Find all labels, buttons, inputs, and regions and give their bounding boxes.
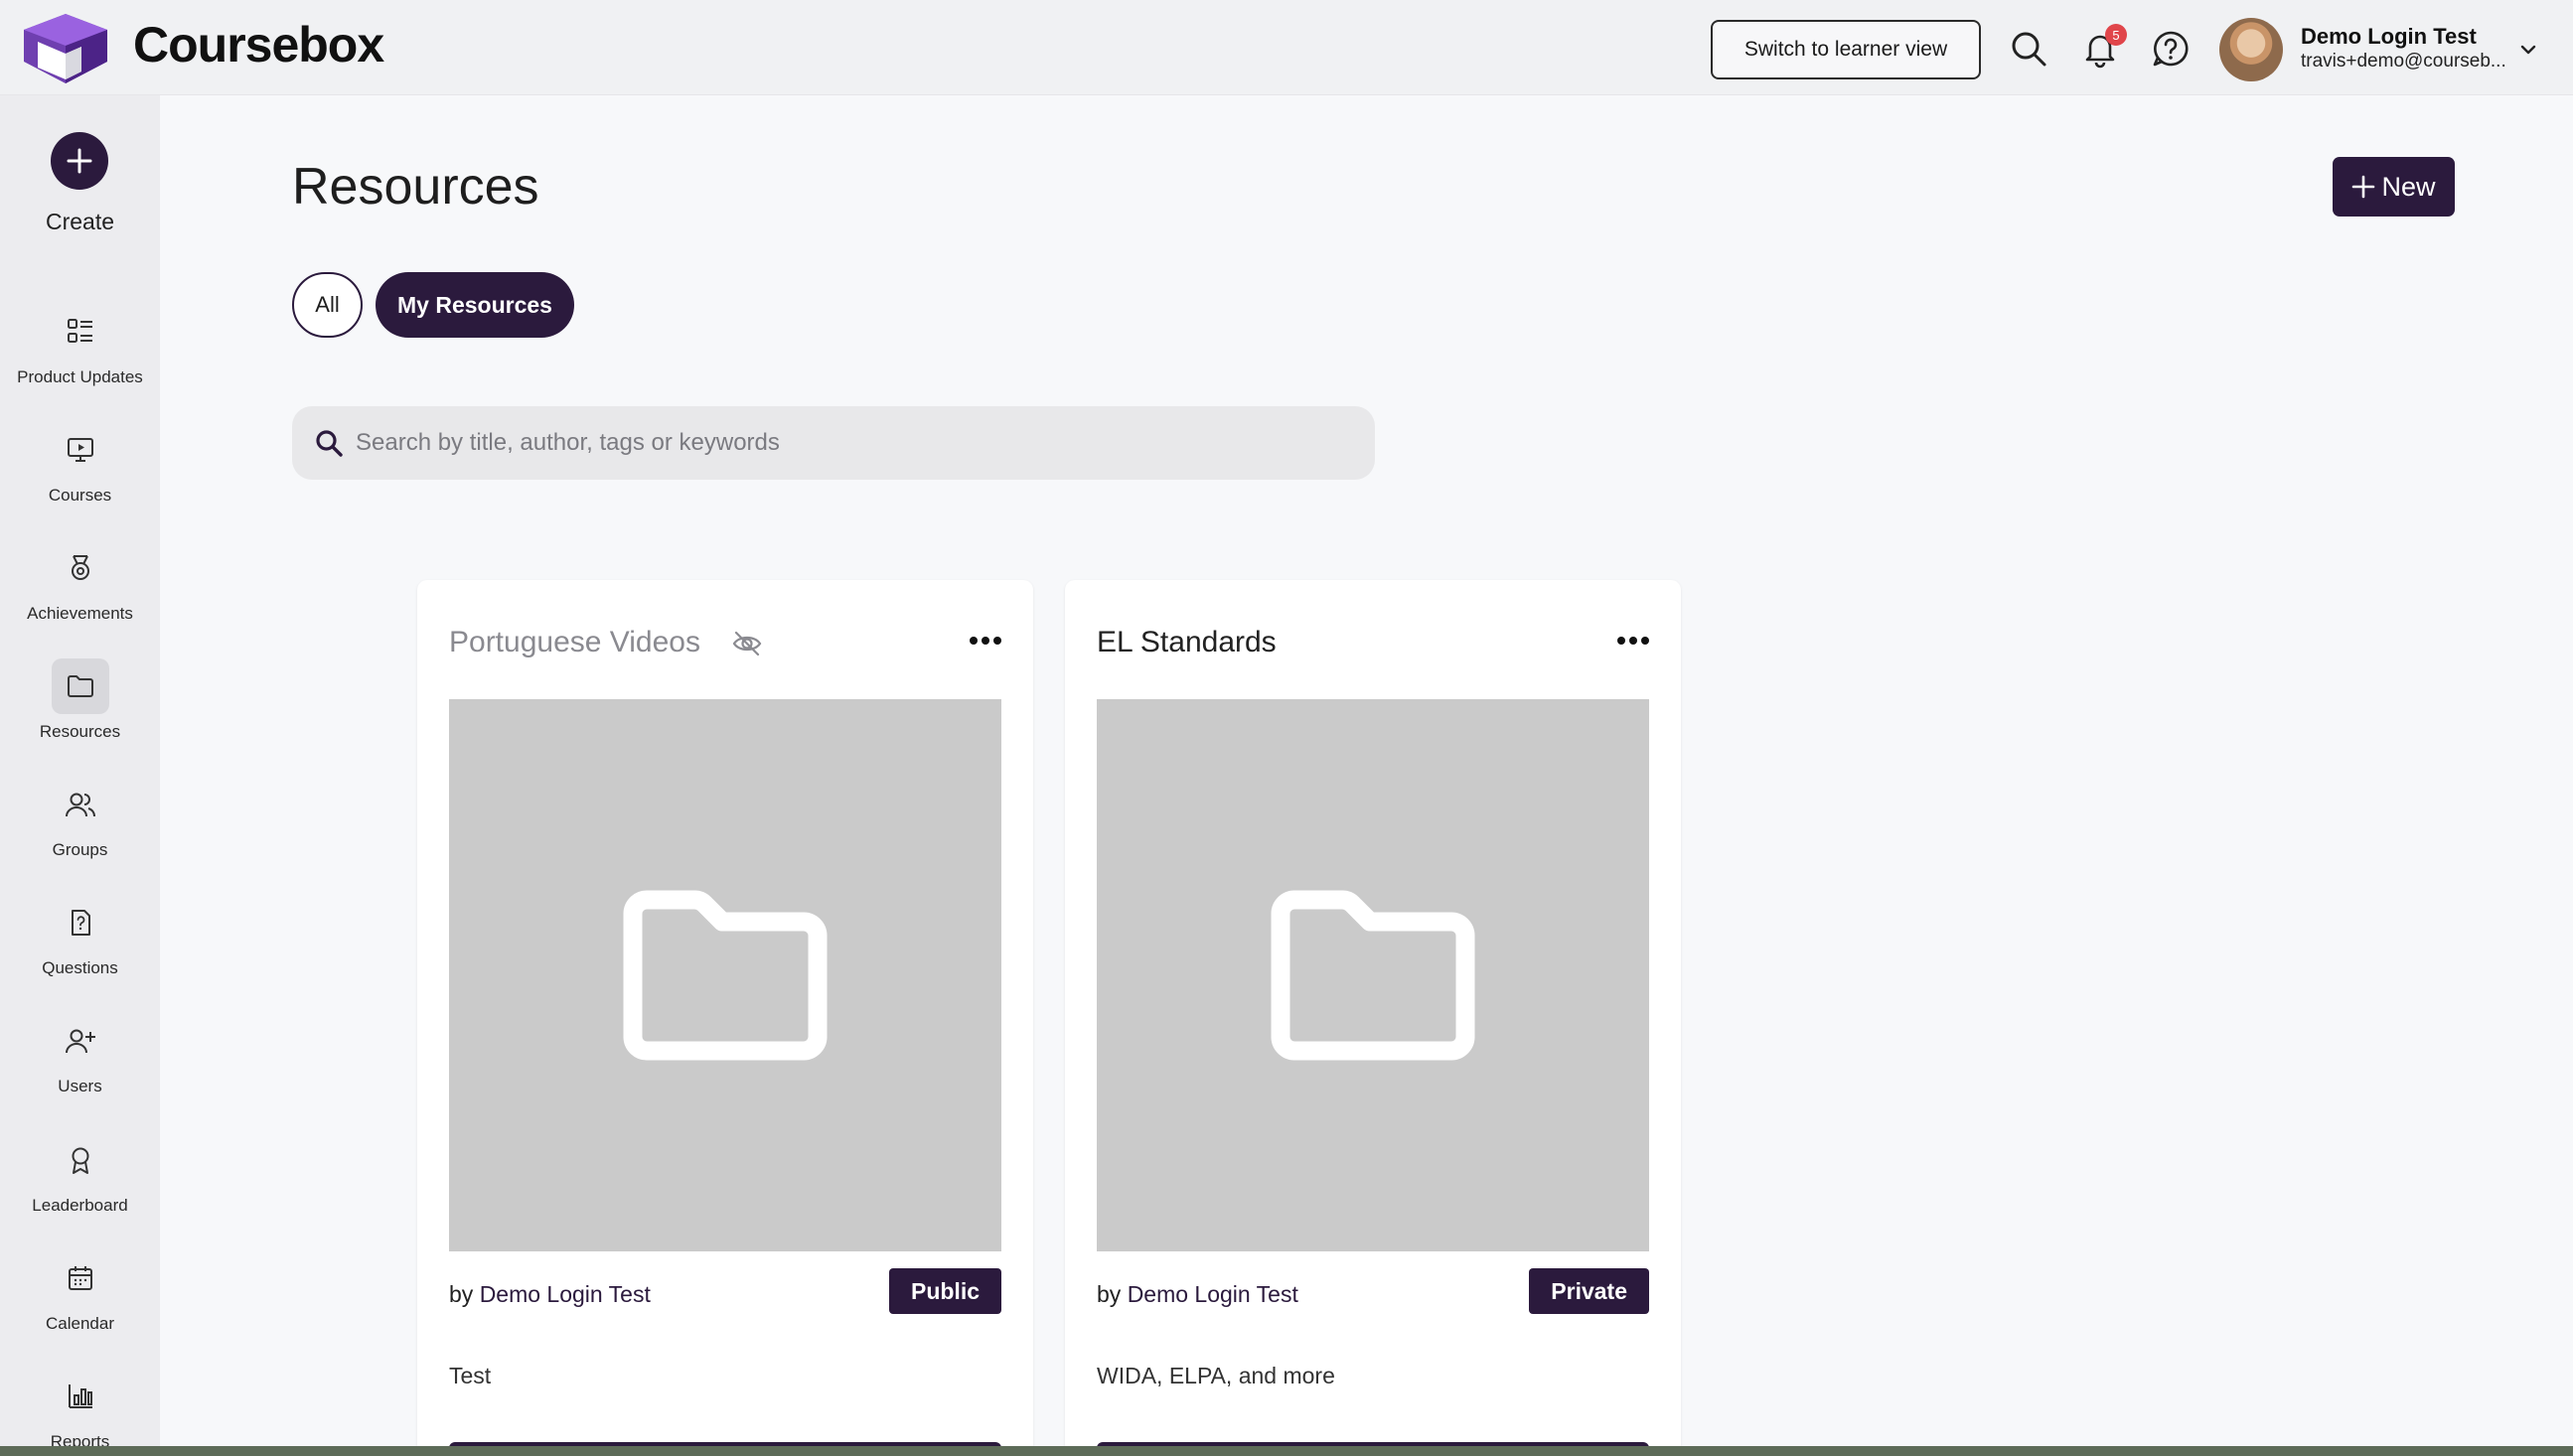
card-description: WIDA, ELPA, and more — [1097, 1363, 1335, 1388]
card-thumbnail[interactable] — [1097, 699, 1649, 1251]
card-action-bar[interactable] — [449, 1442, 1001, 1446]
folder-icon — [623, 890, 828, 1061]
card-title[interactable]: EL Standards — [1097, 626, 1277, 659]
search-bar — [292, 406, 1375, 480]
create-label: Create — [45, 209, 115, 234]
sidebar-item-groups[interactable]: Groups — [0, 777, 160, 886]
grid-list-icon — [68, 319, 92, 343]
card-title[interactable]: Portuguese Videos — [449, 626, 700, 659]
author-prefix: by — [1097, 1281, 1122, 1307]
plus-icon — [67, 148, 92, 174]
author-name[interactable]: Demo Login Test — [1128, 1281, 1298, 1307]
sidebar-item-label: Courses — [48, 486, 112, 505]
sidebar-item-label: Users — [58, 1077, 102, 1095]
folder-icon — [1271, 890, 1475, 1061]
medal-icon — [72, 555, 89, 580]
plus-icon — [2352, 175, 2375, 199]
eye-off-icon — [732, 631, 762, 656]
folder-icon — [68, 675, 93, 697]
resource-card[interactable]: Portuguese Videos by Demo Login Test Pub… — [417, 580, 1033, 1446]
author-prefix: by — [449, 1281, 474, 1307]
sidebar-item-calendar[interactable]: Calendar — [0, 1250, 160, 1360]
more-options-icon[interactable] — [968, 632, 1003, 650]
card-author: by Demo Login Test — [1097, 1281, 1298, 1308]
chevron-down-icon[interactable] — [2518, 40, 2538, 60]
question-file-icon — [72, 910, 90, 936]
sidebar-item-questions[interactable]: Questions — [0, 895, 160, 1004]
sidebar-item-reports[interactable]: Reports — [0, 1369, 160, 1446]
sidebar-item-leaderboard[interactable]: Leaderboard — [0, 1132, 160, 1241]
filter-all-tab[interactable]: All — [292, 272, 363, 338]
calendar-icon — [69, 1266, 92, 1290]
bar-chart-icon — [69, 1384, 92, 1408]
visibility-badge: Private — [1529, 1268, 1649, 1314]
user-email: travis+demo@courseb... — [2301, 51, 2506, 72]
card-author: by Demo Login Test — [449, 1281, 651, 1308]
sidebar-item-achievements[interactable]: Achievements — [0, 540, 160, 650]
new-resource-button[interactable]: New — [2333, 157, 2455, 217]
new-button-label: New — [2381, 171, 2436, 202]
create-button[interactable] — [51, 132, 108, 190]
users-icon — [66, 793, 95, 817]
coursebox-logo-icon[interactable] — [20, 12, 111, 85]
card-description: Test — [449, 1363, 492, 1388]
switch-to-learner-view-button[interactable]: Switch to learner view — [1711, 20, 1981, 79]
search-icon — [316, 430, 343, 457]
sidebar-item-label: Product Updates — [17, 367, 143, 386]
sidebar-item-label: Achievements — [27, 604, 133, 623]
more-options-icon[interactable] — [1615, 632, 1651, 650]
app-window: Coursebox Switch to learner view 5 Demo … — [0, 0, 2573, 1446]
sidebar-item-label: Reports — [50, 1432, 110, 1446]
filter-my-resources-tab[interactable]: My Resources — [376, 272, 574, 338]
sidebar-item-label: Resources — [39, 722, 121, 741]
search-icon[interactable] — [2009, 29, 2048, 69]
avatar[interactable] — [2219, 18, 2283, 81]
brand-name: Coursebox — [133, 17, 384, 73]
search-input[interactable] — [356, 416, 1349, 470]
sidebar-item-label: Groups — [52, 840, 108, 859]
sidebar-item-label: Questions — [42, 958, 118, 977]
user-name: Demo Login Test — [2301, 24, 2477, 49]
author-name[interactable]: Demo Login Test — [480, 1281, 651, 1307]
sidebar-item-product-updates[interactable]: Product Updates — [0, 304, 160, 413]
user-plus-icon — [66, 1029, 95, 1054]
sidebar-item-label: Calendar — [46, 1314, 114, 1333]
sidebar-item-courses[interactable]: Courses — [0, 422, 160, 531]
card-thumbnail[interactable] — [449, 699, 1001, 1251]
help-icon[interactable] — [2151, 29, 2191, 69]
monitor-play-icon — [68, 438, 93, 462]
card-action-bar[interactable] — [1097, 1442, 1649, 1446]
award-icon — [72, 1147, 89, 1174]
sidebar — [0, 95, 160, 1446]
top-bar: Coursebox Switch to learner view 5 Demo … — [0, 0, 2573, 95]
sidebar-item-resources[interactable]: Resources — [0, 658, 160, 768]
notification-badge: 5 — [2105, 24, 2127, 46]
sidebar-item-label: Leaderboard — [32, 1196, 128, 1215]
visibility-badge: Public — [888, 1268, 1001, 1314]
sidebar-item-users[interactable]: Users — [0, 1013, 160, 1122]
page-title: Resources — [292, 158, 539, 216]
resource-card[interactable]: EL Standards by Demo Login Test Private … — [1065, 580, 1681, 1446]
